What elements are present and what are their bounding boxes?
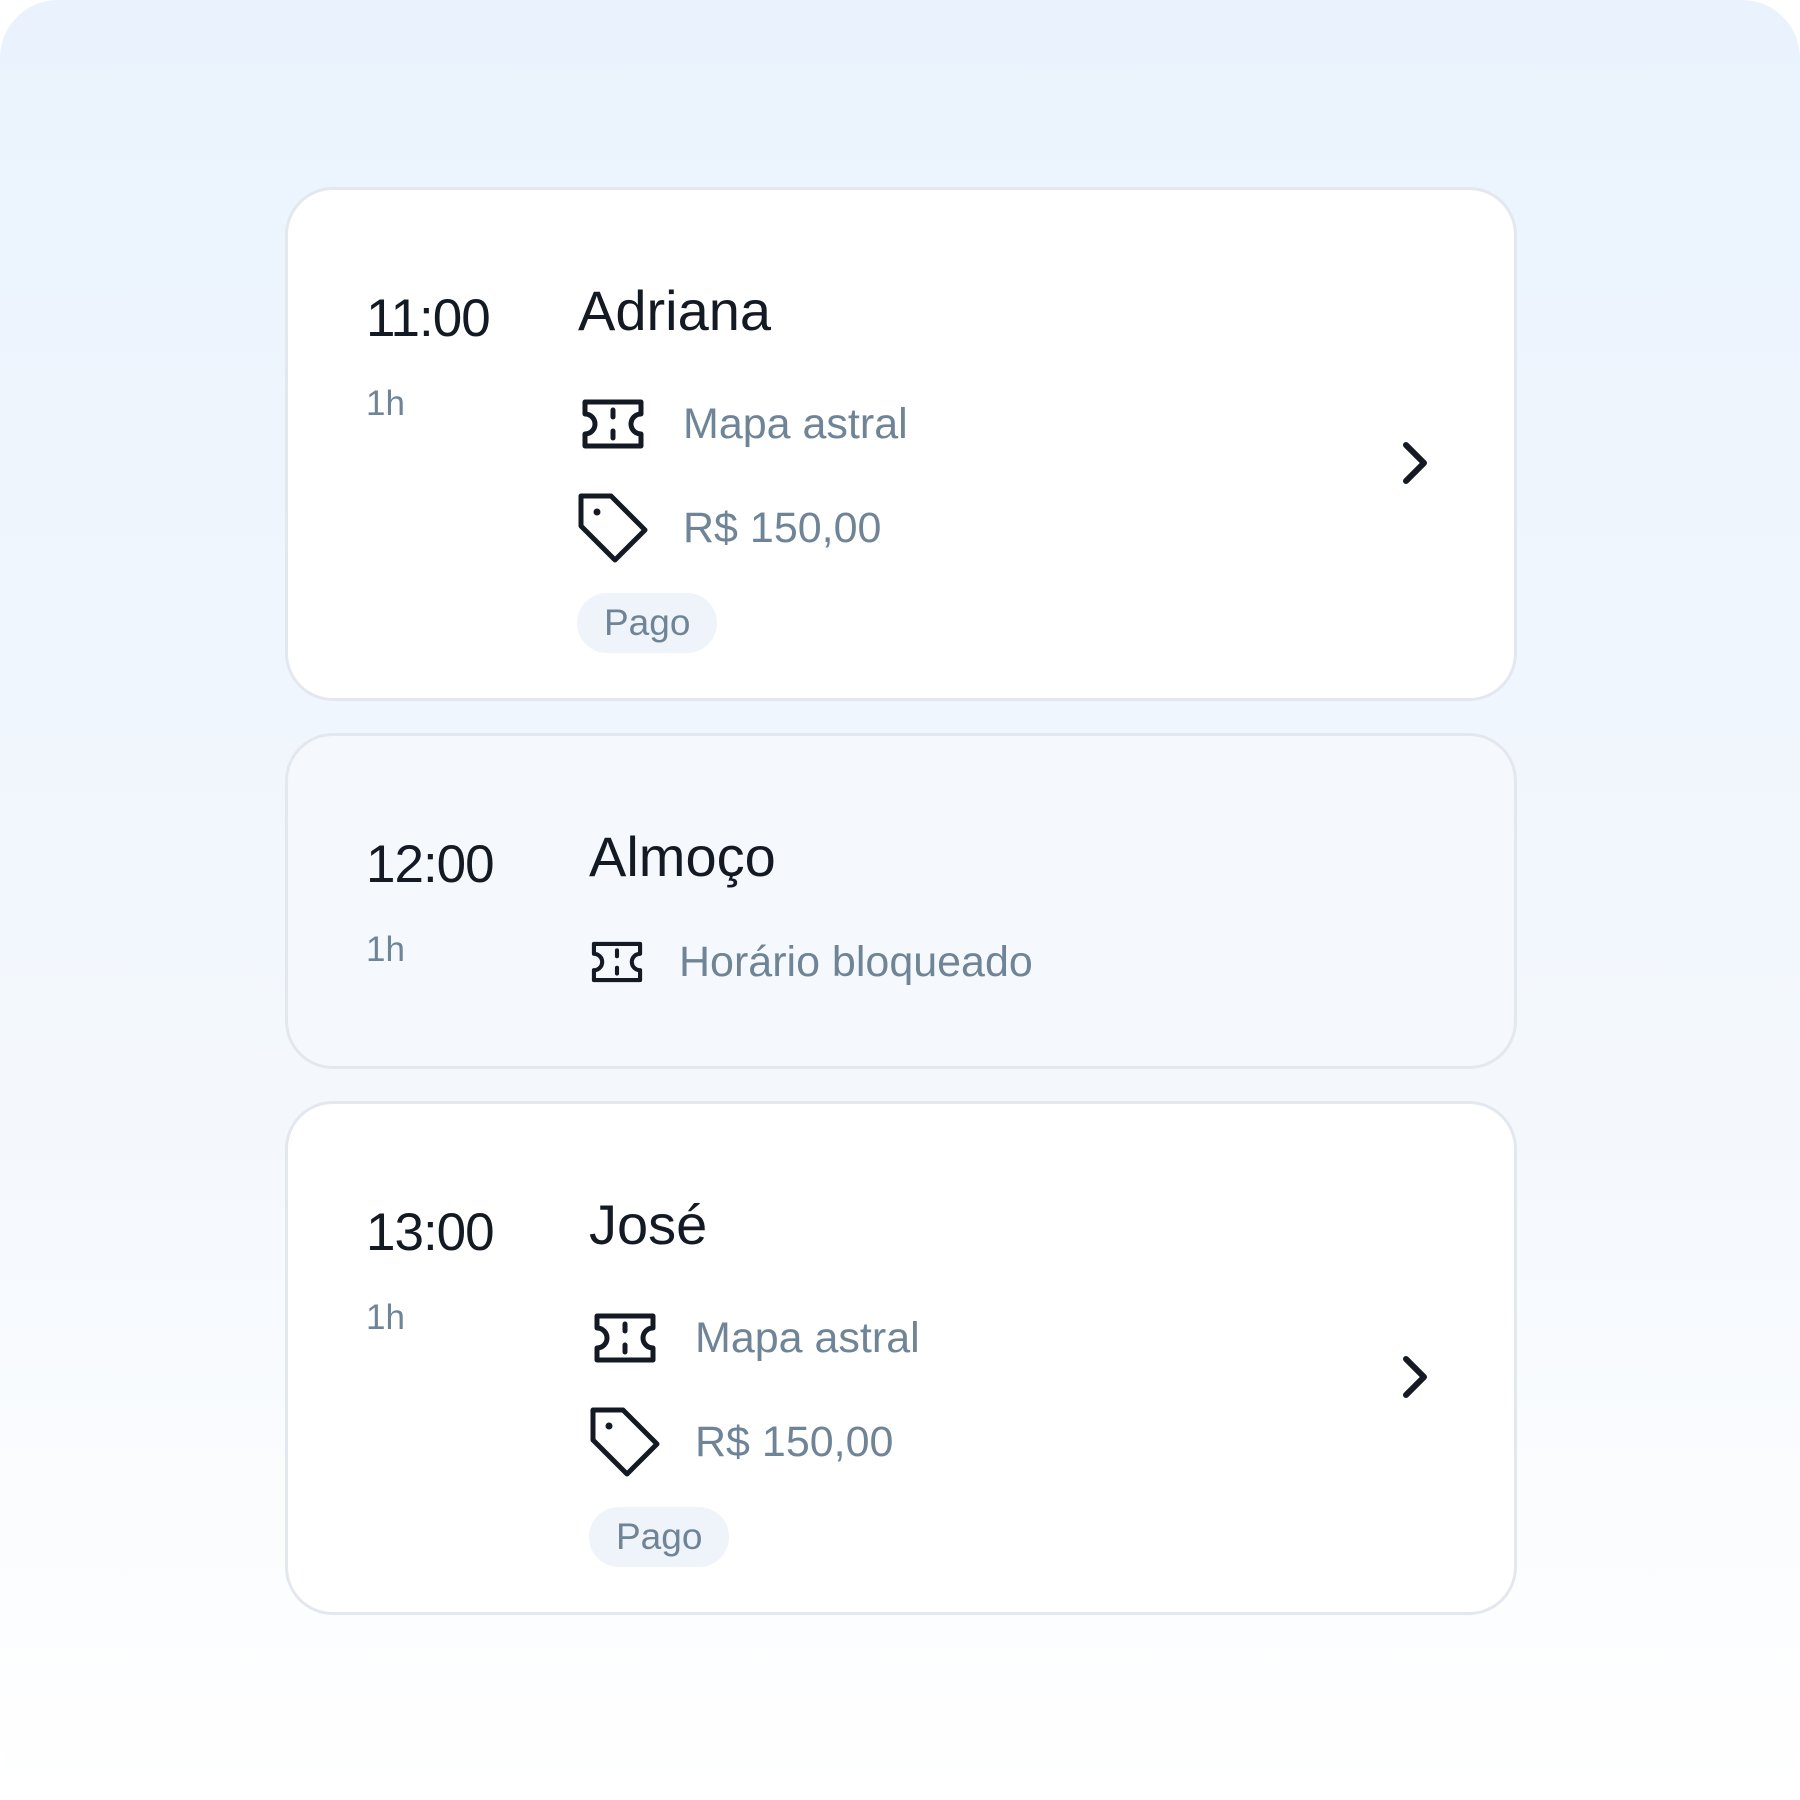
ticket-icon	[589, 1302, 661, 1374]
ticket-icon	[589, 926, 645, 998]
appointment-time: 12:00	[366, 835, 495, 894]
appointment-duration: 1h	[366, 1298, 405, 1337]
service-name: Mapa astral	[695, 1313, 920, 1362]
price-row: R$ 150,00	[577, 492, 881, 564]
appointment-time: 11:00	[366, 289, 491, 348]
appointment-card[interactable]: 13:00 1h José Mapa astral R$ 150,00 Pago	[285, 1101, 1517, 1615]
client-name: Adriana	[578, 279, 772, 342]
service-name: Mapa astral	[683, 399, 908, 448]
schedule-panel: 11:00 1h Adriana Mapa astral R$ 150,00 P…	[0, 0, 1800, 1800]
client-name: José	[589, 1193, 708, 1256]
tag-icon	[577, 492, 649, 564]
price: R$ 150,00	[695, 1417, 894, 1466]
service-row: Mapa astral	[577, 388, 908, 460]
chevron-right-icon[interactable]	[1388, 1351, 1440, 1403]
block-title: Almoço	[589, 825, 776, 888]
appointment-time: 13:00	[366, 1203, 495, 1262]
appointment-duration: 1h	[366, 930, 405, 969]
service-row: Horário bloqueado	[589, 926, 1033, 998]
blocked-slot-card[interactable]: 12:00 1h Almoço Horário bloqueado	[285, 733, 1517, 1069]
tag-icon	[589, 1406, 661, 1478]
price-row: R$ 150,00	[589, 1406, 893, 1478]
ticket-icon	[577, 388, 649, 460]
price: R$ 150,00	[683, 503, 882, 552]
status-badge: Pago	[589, 1507, 730, 1567]
block-description: Horário bloqueado	[679, 937, 1033, 986]
appointment-duration: 1h	[366, 384, 405, 423]
chevron-right-icon[interactable]	[1388, 437, 1440, 489]
status-badge: Pago	[577, 593, 718, 653]
appointment-card[interactable]: 11:00 1h Adriana Mapa astral R$ 150,00 P…	[285, 187, 1517, 701]
service-row: Mapa astral	[589, 1302, 920, 1374]
